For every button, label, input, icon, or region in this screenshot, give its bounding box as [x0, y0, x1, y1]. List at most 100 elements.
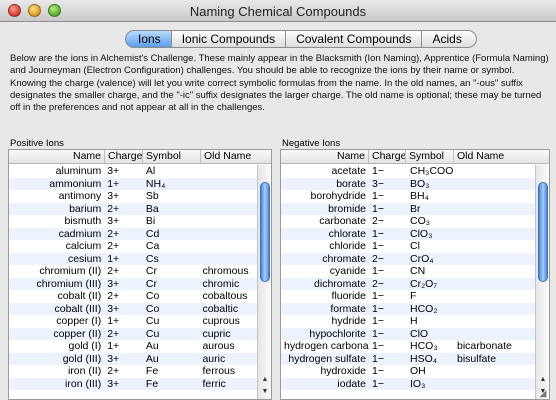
tab-ions[interactable]: Ions — [125, 30, 172, 48]
tab-bar: Ions Ionic Compounds Covalent Compounds … — [125, 30, 477, 48]
cell-symbol: CrO₄ — [410, 252, 434, 265]
cell-name: chlorate — [328, 227, 366, 240]
vertical-scrollbar[interactable]: ▲ ▼ — [257, 165, 271, 399]
table-row[interactable]: iron (II) 2+ Fe ferrous — [9, 365, 257, 378]
cell-old-name — [199, 215, 257, 228]
table-row[interactable]: chlorate 1− ClO₃ — [281, 227, 535, 240]
cell-symbol: Cl — [410, 240, 420, 252]
negative-ions-table[interactable]: Name Charge Symbol Old Name acetate 1− CH₃… — [280, 149, 550, 400]
table-row[interactable]: dichromate 2− Cr₂O₇ — [281, 277, 535, 290]
column-header-old-name[interactable]: Old Name — [201, 150, 259, 163]
table-row[interactable]: bromide 1− Br — [281, 202, 535, 215]
table-row[interactable]: formate 1− HCO₂ — [281, 302, 535, 315]
cell-charge: 2+ — [107, 265, 120, 277]
cell-charge: 1− — [372, 240, 384, 252]
table-row[interactable]: borohydride 1− BH₄ — [281, 190, 535, 203]
column-header-symbol[interactable]: Symbol — [406, 150, 454, 163]
table-row[interactable]: cesium 1+ Cs — [9, 252, 257, 265]
cell-charge: 1− — [372, 315, 384, 327]
positive-ions-table[interactable]: Name Charge Symbol Old Name aluminum 3+ Al… — [8, 149, 272, 400]
scroll-down-arrow-icon[interactable]: ▼ — [260, 387, 270, 397]
cell-old-name: ferric — [202, 377, 226, 390]
cell-symbol: Sb — [145, 190, 159, 202]
cell-charge: 1− — [372, 302, 384, 315]
table-row[interactable]: acetate 1− CH₃COO — [281, 165, 535, 178]
table-row[interactable]: gold (I) 1+ Au aurous — [9, 340, 257, 353]
table-row[interactable]: ammonium 1+ NH₄ — [9, 177, 257, 191]
cell-symbol: Ca — [145, 240, 160, 252]
table-row[interactable]: antimony 3+ Sb — [9, 190, 257, 203]
tab-ionic-compounds[interactable]: Ionic Compounds — [171, 30, 287, 48]
cell-old-name — [199, 178, 257, 191]
table-row[interactable]: chromate 2− CrO₄ — [281, 252, 535, 266]
table-row[interactable]: hydroxide 1− OH — [281, 365, 535, 378]
cell-name: gold (III) — [62, 352, 102, 365]
cell-charge: 3+ — [107, 215, 120, 227]
table-row[interactable]: cobalt (III) 3+ Co cobaltic — [9, 302, 257, 315]
table-row[interactable]: cobalt (II) 2+ Co cobaltous — [9, 290, 257, 303]
resize-grip-icon[interactable]: ◢ — [537, 387, 549, 399]
table-row[interactable]: fluoride 1− F — [281, 290, 535, 303]
cell-old-name — [199, 165, 257, 178]
tab-covalent-compounds[interactable]: Covalent Compounds — [286, 30, 423, 48]
scroll-up-arrow-icon[interactable]: ▲ — [260, 375, 270, 385]
table-row[interactable]: barium 2+ Ba — [9, 202, 257, 215]
cell-symbol: CH₃COO — [410, 165, 454, 177]
column-header-name[interactable]: Name — [9, 150, 105, 163]
column-header-name[interactable]: Name — [281, 150, 369, 163]
table-row[interactable]: iodate 1− IO₃ — [281, 377, 535, 390]
cell-charge: 3+ — [107, 165, 120, 177]
title-bar: Naming Chemical Compounds — [0, 0, 556, 22]
column-header-charge[interactable]: Charge — [105, 150, 143, 163]
cell-old-name: bicarbonate — [457, 340, 512, 352]
cell-old-name — [454, 178, 531, 191]
positive-ions-label: Positive Ions — [10, 138, 64, 149]
cell-old-name: ferrous — [202, 365, 236, 377]
table-row[interactable]: chloride 1− Cl — [281, 240, 535, 253]
table-row[interactable]: cadmium 2+ Cd — [9, 227, 257, 240]
table-row[interactable]: hypochlorite 1− ClO — [281, 327, 535, 340]
cell-symbol: IO₃ — [410, 377, 426, 390]
table-row[interactable]: copper (I) 1+ Cu cuprous — [9, 315, 257, 328]
cell-symbol: Fe — [145, 365, 159, 377]
cell-charge: 2+ — [107, 327, 120, 340]
table-row[interactable]: iron (III) 3+ Fe ferric — [9, 377, 257, 390]
cell-symbol: H — [410, 315, 418, 327]
cell-symbol: F — [410, 290, 417, 302]
table-row[interactable]: hydride 1− H — [281, 315, 535, 328]
column-header-symbol[interactable]: Symbol — [143, 150, 201, 163]
description-text: Below are the ions in Alchemist's Challe… — [10, 53, 549, 114]
table-row[interactable]: calcium 2+ Ca — [9, 240, 257, 253]
table-row[interactable]: carbonate 2− CO₃ — [281, 215, 535, 228]
scrollbar-thumb[interactable] — [538, 182, 548, 282]
column-header-charge[interactable]: Charge — [369, 150, 406, 163]
cell-old-name — [454, 253, 531, 266]
vertical-scrollbar[interactable]: ▲ ▼ — [535, 165, 549, 399]
cell-old-name — [199, 190, 257, 203]
cell-charge: 3+ — [107, 352, 120, 365]
table-row[interactable]: hydrogen sulfate 1− HSO₄ bisulfate — [281, 352, 535, 365]
table-row[interactable]: aluminum 3+ Al — [9, 165, 257, 178]
cell-charge: 1− — [372, 227, 384, 240]
table-row[interactable]: chromium (III) 3+ Cr chromic — [9, 277, 257, 290]
cell-charge: 1− — [372, 190, 384, 202]
cell-name: cyanide — [329, 265, 366, 277]
tab-acids[interactable]: Acids — [422, 30, 477, 48]
table-row[interactable]: cyanide 1− CN — [281, 265, 535, 278]
table-row[interactable]: chromium (II) 2+ Cr chromous — [9, 265, 257, 278]
scroll-up-arrow-icon[interactable]: ▲ — [538, 375, 548, 385]
scrollbar-thumb[interactable] — [260, 182, 270, 282]
cell-charge: 2− — [372, 277, 384, 290]
cell-old-name: chromous — [202, 265, 249, 277]
cell-name: hydrogen sulfate — [288, 352, 366, 365]
cell-symbol: BO₃ — [410, 177, 430, 190]
table-row[interactable]: copper (II) 2+ Cu cupric — [9, 327, 257, 340]
cell-symbol: Br — [410, 202, 421, 215]
table-row[interactable]: bismuth 3+ Bi — [9, 215, 257, 228]
table-row[interactable]: hydrogen carbonate 1− HCO₃ bicarbonate — [281, 340, 535, 353]
cell-name: aluminum — [55, 165, 102, 177]
column-header-old-name[interactable]: Old Name — [454, 150, 531, 163]
table-row[interactable]: borate 3− BO₃ — [281, 177, 535, 191]
table-row[interactable]: gold (III) 3+ Au auric — [9, 352, 257, 365]
cell-old-name: aurous — [202, 340, 235, 352]
